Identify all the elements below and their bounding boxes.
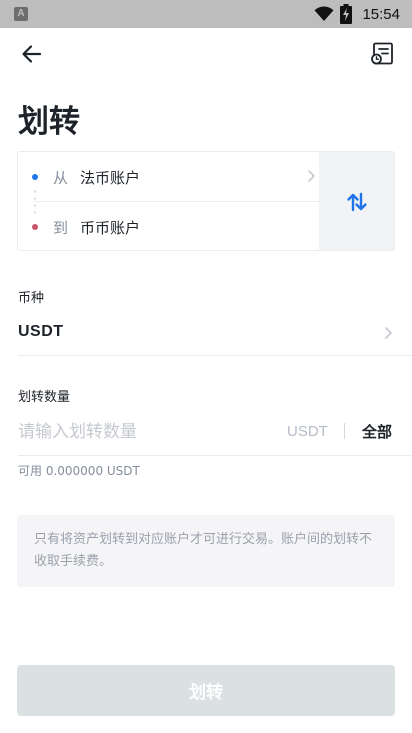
page-title: 划转 bbox=[18, 104, 80, 140]
account-selector-card: 从 法币账户 到 币币账户 bbox=[17, 151, 395, 251]
amount-label: 划转数量 bbox=[18, 390, 71, 405]
from-account-name: 法币账户 bbox=[80, 169, 141, 187]
status-bar: A 15:54 bbox=[0, 0, 412, 28]
battery-charging-icon bbox=[340, 4, 353, 24]
unit-separator bbox=[344, 423, 345, 439]
back-button[interactable] bbox=[18, 40, 46, 68]
coin-label: 币种 bbox=[18, 291, 45, 306]
transfer-records-icon bbox=[371, 42, 393, 65]
available-balance: 可用 0.000000 USDT bbox=[18, 464, 140, 478]
to-account-row[interactable]: 到 币币账户 bbox=[18, 202, 320, 250]
status-icons: 15:54 bbox=[314, 4, 400, 24]
from-dot-icon bbox=[32, 174, 38, 180]
from-prefix: 从 bbox=[53, 169, 69, 187]
amount-input[interactable] bbox=[18, 418, 278, 446]
transfer-submit-button[interactable]: 划转 bbox=[17, 665, 395, 716]
amount-unit: USDT bbox=[287, 423, 328, 440]
all-amount-button[interactable]: 全部 bbox=[362, 421, 392, 442]
transfer-notice: 只有将资产划转到对应账户才可进行交易。账户间的划转不收取手续费。 bbox=[17, 515, 395, 587]
arrow-left-icon bbox=[22, 45, 42, 63]
swap-accounts-button[interactable] bbox=[319, 152, 394, 250]
transfer-records-button[interactable] bbox=[368, 40, 396, 68]
clock: 15:54 bbox=[362, 5, 400, 23]
to-dot-icon bbox=[32, 224, 38, 230]
from-account-row[interactable]: 从 法币账户 bbox=[18, 152, 320, 218]
amount-divider bbox=[18, 455, 412, 456]
chevron-right-icon bbox=[308, 170, 315, 182]
to-prefix: 到 bbox=[53, 219, 69, 237]
to-account-name: 币币账户 bbox=[80, 219, 141, 237]
wifi-icon bbox=[314, 6, 334, 22]
app-notification-icon: A bbox=[14, 7, 28, 21]
notice-text: 只有将资产划转到对应账户才可进行交易。账户间的划转不收取手续费。 bbox=[34, 532, 373, 569]
swap-vertical-icon bbox=[346, 192, 367, 212]
coin-value: USDT bbox=[18, 323, 64, 340]
coin-divider bbox=[18, 355, 412, 356]
top-bar bbox=[0, 28, 412, 78]
chevron-right-icon bbox=[385, 327, 392, 339]
